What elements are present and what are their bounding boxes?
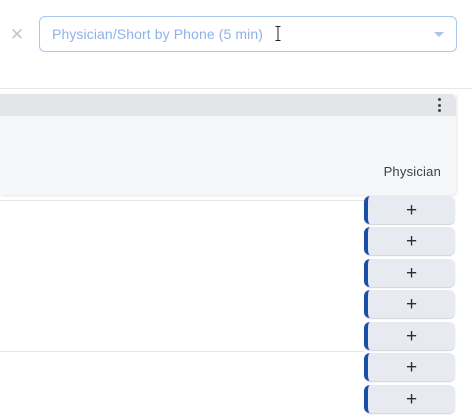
add-slot-button[interactable]: + bbox=[364, 385, 455, 413]
divider bbox=[0, 88, 472, 89]
appointment-type-select[interactable]: Physician/Short by Phone (5 min) bbox=[39, 16, 457, 52]
column-header-panel: Physician bbox=[0, 94, 456, 195]
i-beam-cursor-icon bbox=[275, 26, 281, 41]
panel-header-bar bbox=[0, 94, 456, 116]
add-slot-button[interactable]: + bbox=[364, 196, 455, 224]
clear-filter-button[interactable]: ✕ bbox=[7, 24, 27, 44]
selected-appointment-type: Physician/Short by Phone (5 min) bbox=[52, 26, 263, 42]
add-slot-button[interactable]: + bbox=[364, 290, 455, 318]
add-slot-button[interactable]: + bbox=[364, 322, 455, 350]
column-label: Physician bbox=[383, 164, 441, 179]
schedule-screen: ✕ Physician/Short by Phone (5 min) Physi… bbox=[0, 0, 472, 420]
chevron-down-icon[interactable] bbox=[434, 32, 444, 37]
row-divider bbox=[0, 200, 364, 201]
add-slot-button[interactable]: + bbox=[364, 227, 455, 255]
add-slot-button[interactable]: + bbox=[364, 353, 455, 381]
add-slot-button[interactable]: + bbox=[364, 259, 455, 287]
row-divider bbox=[0, 351, 364, 352]
close-icon: ✕ bbox=[9, 24, 25, 44]
more-vert-icon[interactable] bbox=[436, 98, 442, 112]
